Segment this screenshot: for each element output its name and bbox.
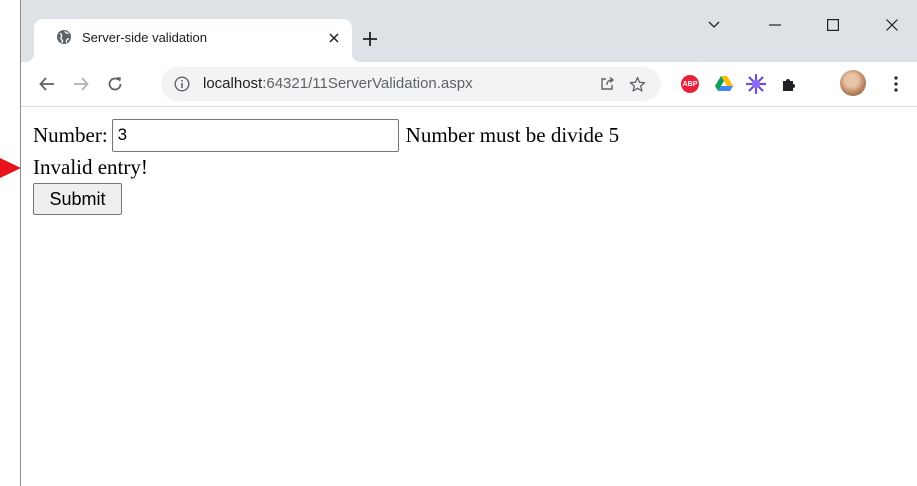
site-info-icon[interactable] xyxy=(174,76,190,92)
number-input[interactable] xyxy=(111,118,399,152)
forward-arrow-icon[interactable] xyxy=(67,70,95,98)
tab-server-side-validation[interactable]: Server-side validation xyxy=(25,19,361,62)
tab-close-icon[interactable] xyxy=(325,29,343,47)
number-label: Number: xyxy=(33,122,108,147)
bookmark-star-icon[interactable] xyxy=(628,75,646,93)
url-text[interactable]: localhost:64321/11ServerValidation.aspx xyxy=(203,75,473,92)
abp-badge: ABP xyxy=(681,75,699,93)
google-drive-icon[interactable] xyxy=(713,73,735,95)
kebab-menu-icon[interactable] xyxy=(885,73,907,95)
validator-message: Number must be divide 5 xyxy=(405,122,620,147)
submit-button[interactable]: Submit xyxy=(33,183,122,215)
tab-title: Server-side validation xyxy=(82,30,208,45)
globe-icon xyxy=(57,30,71,44)
share-icon[interactable] xyxy=(598,75,616,93)
title-bar: Server-side validation xyxy=(21,0,917,62)
address-bar[interactable]: localhost:64321/11ServerValidation.aspx xyxy=(161,67,661,101)
minimize-button[interactable] xyxy=(755,10,795,40)
url-host: localhost xyxy=(203,75,263,92)
tab-search-chevron-icon[interactable] xyxy=(694,10,734,40)
browser-window: Server-side validation localhost:64321/1… xyxy=(20,0,917,486)
url-path: :64321/11ServerValidation.aspx xyxy=(262,75,473,92)
new-tab-button[interactable] xyxy=(357,26,383,52)
adblock-plus-icon[interactable]: ABP xyxy=(679,73,701,95)
invalid-entry-message: Invalid entry! xyxy=(33,155,148,179)
toolbar: localhost:64321/11ServerValidation.aspx … xyxy=(21,62,917,107)
red-arrow-pointer xyxy=(0,158,21,178)
number-row: Number: Number must be divide 5 xyxy=(33,118,619,152)
page-content: Number: Number must be divide 5 Invalid … xyxy=(21,108,917,486)
back-arrow-icon[interactable] xyxy=(33,70,61,98)
reload-icon[interactable] xyxy=(101,70,129,98)
close-window-button[interactable] xyxy=(872,10,912,40)
maximize-button[interactable] xyxy=(813,10,853,40)
extensions-puzzle-icon[interactable] xyxy=(778,73,800,95)
profile-avatar[interactable] xyxy=(840,70,866,96)
purple-burst-extension-icon[interactable] xyxy=(745,73,767,95)
